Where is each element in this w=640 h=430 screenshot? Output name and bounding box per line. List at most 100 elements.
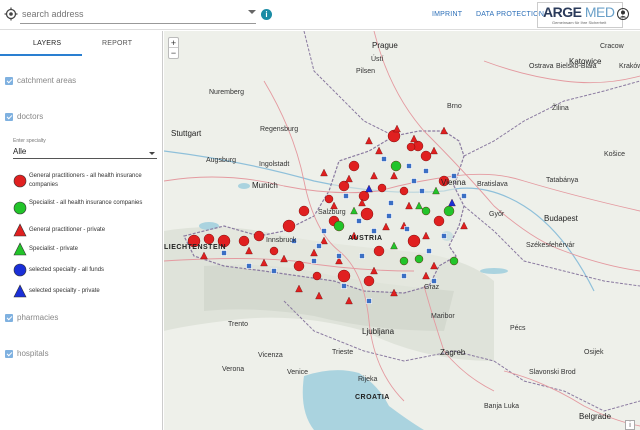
layer-label: catchment areas	[17, 76, 77, 85]
facility-marker[interactable]	[419, 188, 425, 194]
facility-marker[interactable]	[388, 200, 394, 206]
doctor-marker[interactable]	[449, 256, 459, 266]
doctor-marker[interactable]	[360, 207, 374, 221]
map-place-label: Belgrade	[579, 412, 612, 421]
facility-marker[interactable]	[431, 278, 437, 284]
facility-marker[interactable]	[311, 258, 317, 264]
facility-marker[interactable]	[401, 273, 407, 279]
map-view[interactable]: + − Prague Ústí Ostrava Katowice Kraków Biels…	[164, 31, 640, 430]
user-account-icon[interactable]	[617, 8, 629, 20]
map-place-label: Stuttgart	[171, 129, 202, 138]
map-place-label: Székesfehérvár	[526, 242, 575, 249]
map-place-label: Cracow	[600, 43, 624, 50]
doctor-marker[interactable]	[269, 246, 279, 256]
checkbox-icon[interactable]	[5, 113, 13, 121]
map-place-label: Innsbruck	[266, 237, 297, 244]
facility-marker[interactable]	[359, 253, 365, 259]
doctor-marker[interactable]	[293, 260, 305, 272]
map-place-label: Győr	[489, 211, 505, 218]
map-info-button[interactable]: i	[625, 420, 635, 430]
doctor-marker[interactable]	[324, 194, 334, 204]
facility-marker[interactable]	[316, 243, 322, 249]
doctor-marker[interactable]	[320, 168, 328, 177]
doctor-marker[interactable]	[238, 235, 250, 247]
doctor-marker[interactable]	[407, 234, 421, 248]
doctor-marker[interactable]	[443, 205, 455, 217]
doctor-marker[interactable]	[203, 233, 215, 245]
facility-marker[interactable]	[341, 283, 347, 289]
doctor-marker[interactable]	[333, 220, 345, 232]
facility-marker[interactable]	[386, 213, 392, 219]
checkbox-icon[interactable]	[5, 350, 13, 358]
tab-report[interactable]: REPORT	[102, 40, 132, 47]
facility-marker[interactable]	[371, 228, 377, 234]
checkbox-icon[interactable]	[5, 314, 13, 322]
search-input[interactable]	[20, 4, 256, 24]
legend-label: selected specialty - all funds	[29, 267, 105, 273]
facility-marker[interactable]	[426, 248, 432, 254]
logo-text-med: MED	[584, 4, 615, 20]
tab-layers[interactable]: LAYERS	[33, 40, 61, 47]
doctor-marker[interactable]	[420, 150, 432, 162]
facility-marker[interactable]	[221, 250, 227, 256]
facility-marker[interactable]	[441, 233, 447, 239]
imprint-link[interactable]: IMPRINT	[432, 11, 462, 18]
doctor-marker[interactable]	[433, 215, 445, 227]
map-place-label: Verona	[222, 366, 245, 373]
doctor-marker[interactable]	[365, 136, 373, 145]
map-place-label: Graz	[424, 284, 440, 291]
doctor-marker[interactable]	[399, 256, 409, 266]
argemed-logo[interactable]: ARGE MED Gemeinsam für Ihre Sicherheit	[537, 2, 623, 28]
facility-marker[interactable]	[271, 268, 277, 274]
map-place-label: Osijek	[584, 349, 604, 356]
map-place-label: Prague	[372, 41, 398, 50]
doctor-marker[interactable]	[406, 142, 416, 152]
doctor-marker[interactable]	[393, 124, 401, 133]
specialty-select[interactable]: Alle	[13, 147, 157, 159]
doctor-marker[interactable]	[460, 221, 468, 230]
specialty-label: Enter specialty	[13, 138, 46, 144]
doctor-marker[interactable]	[421, 206, 431, 216]
doctor-marker[interactable]	[373, 245, 385, 257]
locate-icon[interactable]	[4, 7, 18, 21]
doctor-marker[interactable]	[363, 275, 375, 287]
map-place-label: Trieste	[332, 349, 354, 356]
info-icon[interactable]: i	[261, 9, 272, 20]
facility-marker[interactable]	[404, 226, 410, 232]
doctor-marker[interactable]	[312, 271, 322, 281]
map-place-label: Augsburg	[206, 157, 236, 164]
doctor-marker[interactable]	[399, 186, 409, 196]
doctor-marker[interactable]	[414, 254, 424, 264]
map-place-label: Bielsko-Biała	[556, 63, 597, 70]
doctor-marker[interactable]	[253, 230, 265, 242]
doctor-marker[interactable]	[377, 183, 387, 193]
facility-marker[interactable]	[343, 193, 349, 199]
facility-marker[interactable]	[336, 253, 342, 259]
chevron-down-icon[interactable]	[149, 152, 155, 155]
facility-marker[interactable]	[461, 193, 467, 199]
doctor-marker[interactable]	[348, 160, 360, 172]
data-protection-link[interactable]: DATA PROTECTION	[476, 11, 544, 18]
facility-marker[interactable]	[406, 163, 412, 169]
map-place-label: Salzburg	[318, 209, 346, 216]
facility-marker[interactable]	[321, 228, 327, 234]
doctor-marker[interactable]	[298, 205, 310, 217]
facility-marker[interactable]	[356, 218, 362, 224]
chevron-down-icon[interactable]	[248, 10, 256, 14]
doctor-marker[interactable]	[282, 219, 296, 233]
zoom-out-button[interactable]: −	[169, 48, 178, 58]
map-place-label: Slavonski Brod	[529, 369, 576, 376]
doctor-marker[interactable]	[390, 160, 402, 172]
triangle-marker-icon	[13, 223, 27, 237]
facility-marker[interactable]	[381, 156, 387, 162]
doctor-marker[interactable]	[358, 190, 370, 202]
facility-marker[interactable]	[411, 178, 417, 184]
facility-marker[interactable]	[366, 298, 372, 304]
facility-marker[interactable]	[423, 168, 429, 174]
doctor-marker[interactable]	[338, 180, 350, 192]
facility-marker[interactable]	[246, 263, 252, 269]
logo-tagline: Gemeinsam für Ihre Sicherheit	[552, 20, 607, 25]
checkbox-icon[interactable]	[5, 77, 13, 85]
zoom-in-button[interactable]: +	[169, 38, 178, 48]
doctor-marker[interactable]	[337, 269, 351, 283]
